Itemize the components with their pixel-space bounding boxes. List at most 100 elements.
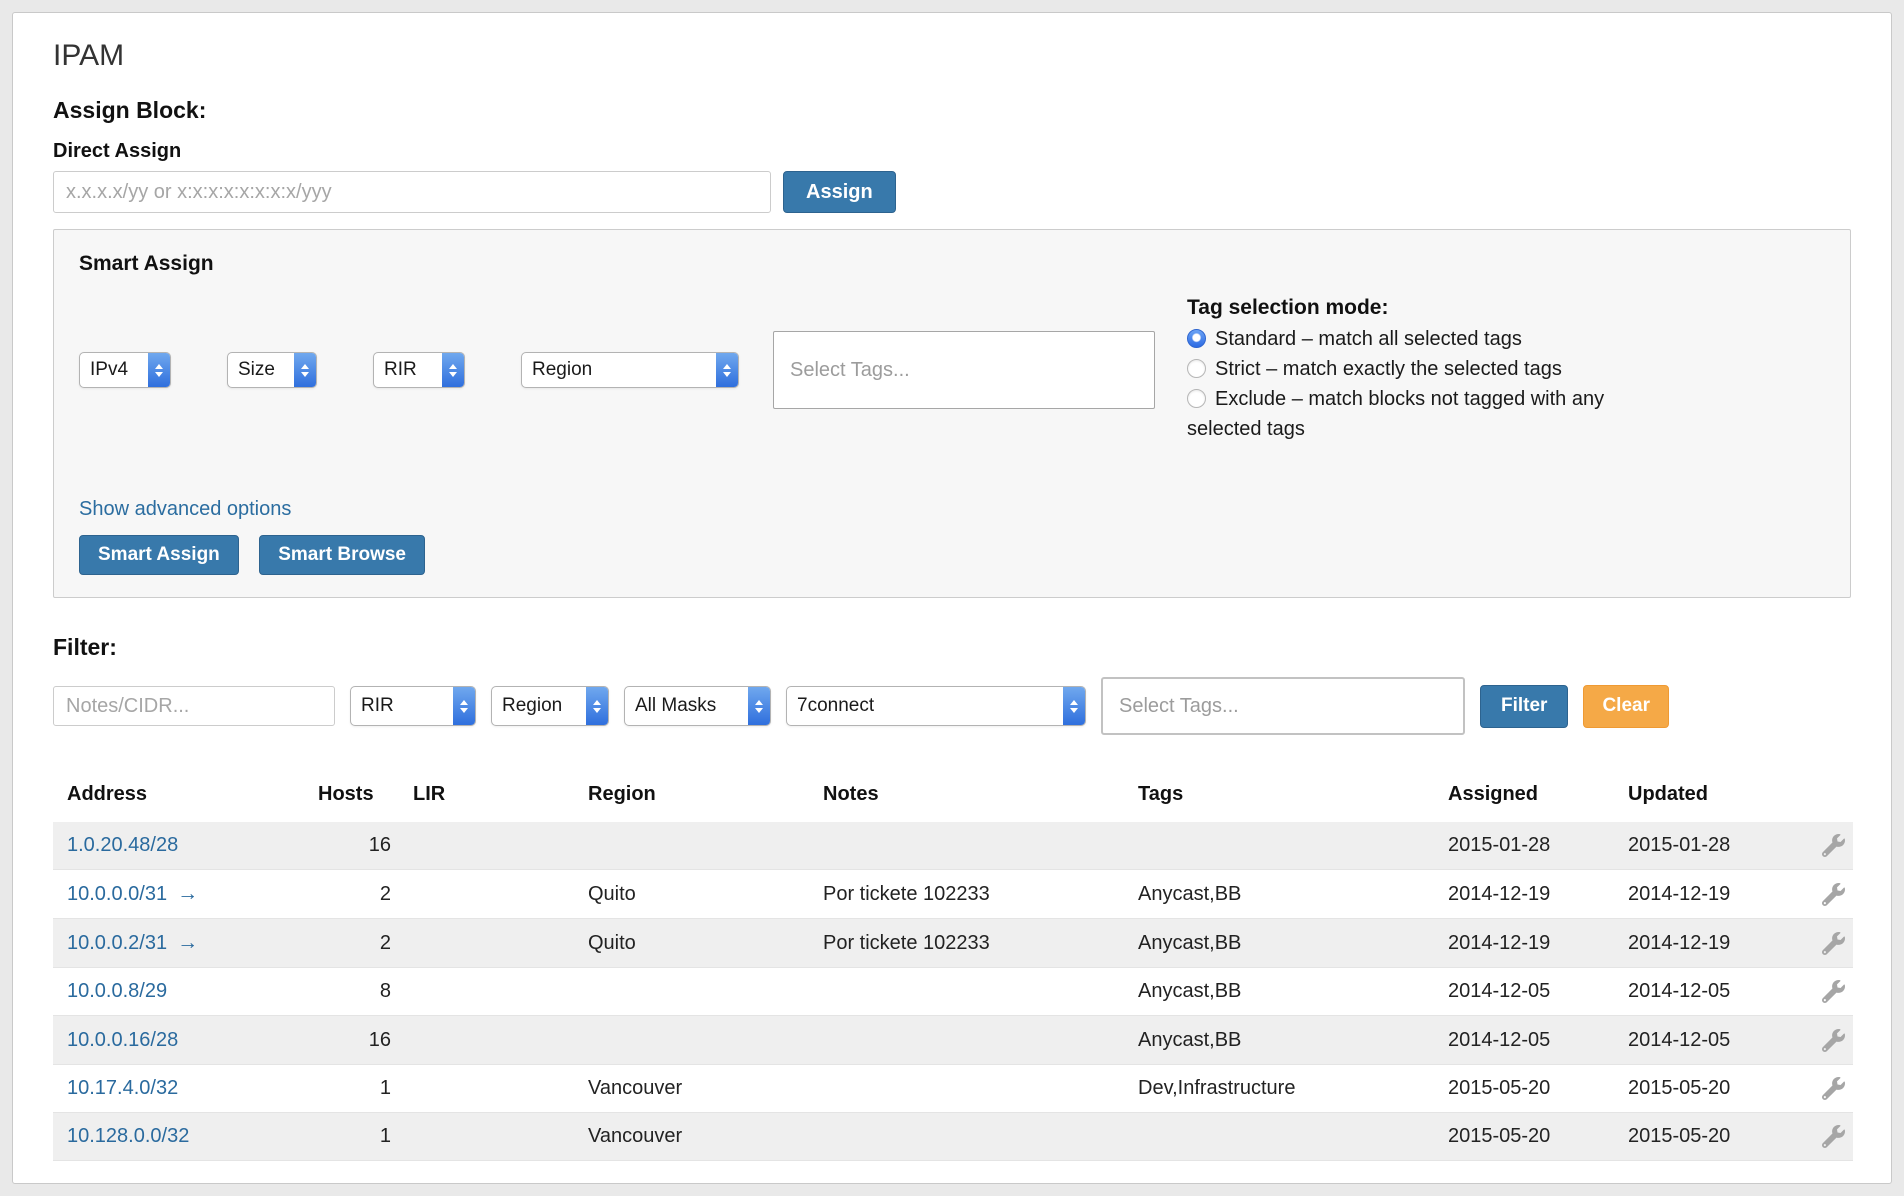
radio-icon[interactable]: [1187, 389, 1206, 408]
filter-resource-select-value: 7connect: [787, 687, 1063, 725]
cell-address: 10.0.0.2/31 →: [53, 919, 318, 968]
cell-notes: [823, 968, 1138, 1016]
cell-actions: [1793, 1016, 1853, 1064]
select-arrows-icon: [716, 353, 738, 387]
table-row: 10.0.0.0/31→2QuitoPor tickete 102233Anyc…: [53, 870, 1853, 919]
address-link[interactable]: 10.0.0.8/29: [67, 980, 167, 1002]
direct-assign-input[interactable]: [53, 171, 771, 213]
address-link[interactable]: 10.0.0.16/28: [67, 1029, 178, 1051]
cell-lir: [413, 822, 588, 870]
smart-browse-button[interactable]: Smart Browse: [259, 535, 425, 575]
smart-tags-placeholder: Select Tags...: [790, 359, 910, 382]
region-select[interactable]: Region: [521, 352, 739, 388]
smart-assign-heading: Smart Assign: [79, 252, 1825, 276]
cell-region: Quito: [588, 870, 823, 919]
cell-assigned: 2014-12-19: [1448, 870, 1628, 919]
radio-icon[interactable]: [1187, 359, 1206, 378]
cell-notes: Por tickete 102233: [823, 919, 1138, 968]
select-arrows-icon: [442, 353, 464, 387]
smart-tags-input[interactable]: Select Tags...: [773, 331, 1155, 409]
cell-region: [588, 968, 823, 1016]
rir-select-value: RIR: [374, 353, 442, 387]
smart-assign-button[interactable]: Smart Assign: [79, 535, 239, 575]
cell-lir: [413, 870, 588, 919]
select-arrows-icon: [294, 353, 316, 387]
column-header-notes: Notes: [823, 771, 1138, 822]
cell-tags: Anycast,BB: [1138, 968, 1448, 1016]
tag-mode-option-label: Strict – match exactly the selected tags: [1215, 358, 1562, 380]
address-link[interactable]: 10.128.0.0/32: [67, 1125, 189, 1147]
show-advanced-options-link[interactable]: Show advanced options: [79, 498, 291, 521]
filter-rir-select[interactable]: RIR: [350, 686, 476, 726]
filter-tags-input[interactable]: Select Tags...: [1101, 677, 1465, 735]
cell-lir: [413, 1112, 588, 1160]
cell-tags: Dev,Infrastructure: [1138, 1064, 1448, 1112]
direct-assign-label: Direct Assign: [53, 140, 1851, 163]
clear-button[interactable]: Clear: [1583, 685, 1669, 728]
table-header-row: AddressHostsLIRRegionNotesTagsAssignedUp…: [53, 771, 1853, 822]
cell-notes: [823, 1064, 1138, 1112]
cell-address: 10.0.0.0/31 →: [53, 870, 318, 919]
address-link[interactable]: 10.0.0.2/31: [67, 932, 167, 954]
cell-actions: [1793, 968, 1853, 1016]
cell-updated: 2015-01-28: [1628, 822, 1793, 870]
address-link[interactable]: 10.17.4.0/32: [67, 1077, 178, 1099]
size-select[interactable]: Size: [227, 352, 317, 388]
size-select-value: Size: [228, 353, 294, 387]
rir-select[interactable]: RIR: [373, 352, 465, 388]
tag-mode-option[interactable]: Exclude – match blocks not tagged with a…: [1187, 384, 1607, 444]
column-header-address: Address: [53, 771, 318, 822]
filter-region-select[interactable]: Region: [491, 686, 609, 726]
table-row: 10.0.0.16/2816Anycast,BB2014-12-052014-1…: [53, 1016, 1853, 1064]
column-header-hosts: Hosts: [318, 771, 413, 822]
drill-down-arrow-icon[interactable]: →: [177, 882, 198, 905]
filter-masks-select[interactable]: All Masks: [624, 686, 771, 726]
cell-assigned: 2015-01-28: [1448, 822, 1628, 870]
filter-rir-select-value: RIR: [351, 687, 453, 725]
address-link[interactable]: 10.0.0.0/31: [67, 883, 167, 905]
table-body: 1.0.20.48/28 16 2015-01-282015-01-28 10.0.0…: [53, 822, 1853, 1161]
column-header-updated: Updated: [1628, 771, 1793, 822]
cell-assigned: 2014-12-05: [1448, 968, 1628, 1016]
wrench-icon[interactable]: [1822, 980, 1845, 1003]
notes-cidr-input[interactable]: [53, 686, 335, 726]
cell-assigned: 2014-12-19: [1448, 919, 1628, 968]
select-arrows-icon: [586, 687, 608, 725]
radio-selected-icon[interactable]: [1187, 329, 1206, 348]
cell-tags: [1138, 1112, 1448, 1160]
wrench-icon[interactable]: [1822, 883, 1845, 906]
wrench-icon[interactable]: [1822, 1125, 1845, 1148]
column-header-assigned: Assigned: [1448, 771, 1628, 822]
wrench-icon[interactable]: [1822, 834, 1845, 857]
cell-hosts: 2: [318, 919, 413, 968]
wrench-icon[interactable]: [1822, 1077, 1845, 1100]
tag-selection-mode: Tag selection mode: Standard – match all…: [1187, 296, 1657, 444]
page-title: IPAM: [53, 39, 1851, 73]
assign-block-heading: Assign Block:: [53, 97, 1851, 124]
ip-version-select[interactable]: IPv4: [79, 352, 171, 388]
drill-down-arrow-icon[interactable]: →: [177, 931, 198, 954]
tag-mode-option[interactable]: Standard – match all selected tags: [1187, 324, 1657, 354]
filter-button[interactable]: Filter: [1480, 685, 1568, 728]
address-link[interactable]: 1.0.20.48/28: [67, 834, 178, 856]
wrench-icon[interactable]: [1822, 932, 1845, 955]
cell-tags: Anycast,BB: [1138, 919, 1448, 968]
wrench-icon[interactable]: [1822, 1029, 1845, 1052]
assign-button[interactable]: Assign: [783, 171, 896, 213]
cell-lir: [413, 919, 588, 968]
cell-notes: [823, 1112, 1138, 1160]
table-row: 1.0.20.48/28 16 2015-01-282015-01-28: [53, 822, 1853, 870]
filter-resource-select[interactable]: 7connect: [786, 686, 1086, 726]
select-arrows-icon: [453, 687, 475, 725]
tag-mode-option[interactable]: Strict – match exactly the selected tags: [1187, 354, 1657, 384]
cell-hosts: 1: [318, 1064, 413, 1112]
cell-updated: 2014-12-05: [1628, 1016, 1793, 1064]
cell-hosts: 16: [318, 822, 413, 870]
filter-heading: Filter:: [53, 634, 1851, 661]
ip-version-select-value: IPv4: [80, 353, 148, 387]
tag-mode-heading: Tag selection mode:: [1187, 296, 1657, 320]
cell-notes: Por tickete 102233: [823, 870, 1138, 919]
blocks-table: AddressHostsLIRRegionNotesTagsAssignedUp…: [53, 771, 1853, 1161]
column-header-tags: Tags: [1138, 771, 1448, 822]
ipam-panel: IPAM Assign Block: Direct Assign Assign …: [12, 12, 1892, 1184]
